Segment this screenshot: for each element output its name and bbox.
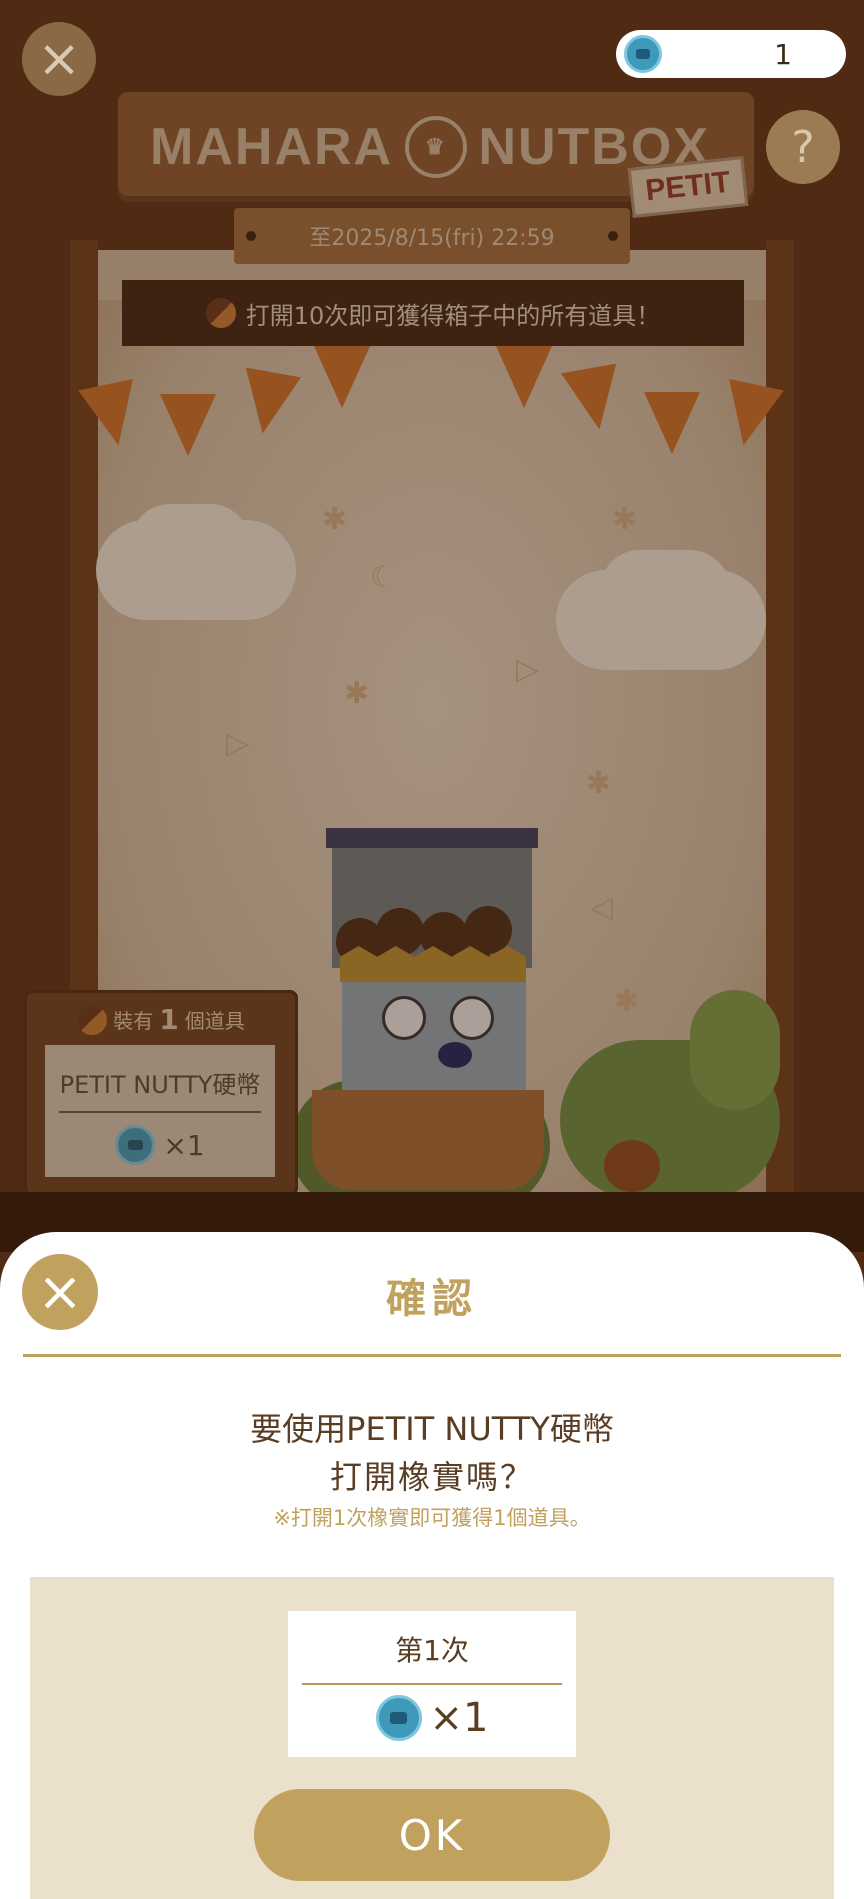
dialog-title: 確認 xyxy=(386,1276,478,1322)
nutty-coin-icon xyxy=(624,35,662,73)
cost-panel: 第1次 ×1 OK xyxy=(30,1577,834,1899)
dialog-note: ※打開1次橡實即可獲得1個道具。 xyxy=(273,1506,591,1530)
close-button[interactable]: × xyxy=(22,22,96,96)
confirm-dialog: × 確認 要使用PETIT NUTTY硬幣 打開橡實嗎？ ※打開1次橡實即可獲得… xyxy=(0,1232,864,1899)
cost-card: 第1次 ×1 xyxy=(288,1611,576,1757)
close-icon: × xyxy=(37,29,81,89)
cost-amount-text: ×1 xyxy=(429,1695,489,1741)
divider xyxy=(23,1354,841,1357)
dialog-question-line1: 要使用PETIT NUTTY硬幣 xyxy=(250,1410,614,1448)
nutty-coin-icon xyxy=(375,1695,422,1741)
cost-card-title: 第1次 xyxy=(395,1634,469,1667)
dialog-question-line2: 打開橡實嗎？ xyxy=(329,1458,534,1496)
coin-count: 1 xyxy=(774,38,792,71)
ok-button[interactable]: OK xyxy=(254,1789,610,1881)
coin-balance: 1 xyxy=(616,30,846,78)
cost-amount: ×1 xyxy=(288,1695,576,1741)
divider xyxy=(302,1683,562,1685)
help-button[interactable]: ? xyxy=(766,110,840,184)
